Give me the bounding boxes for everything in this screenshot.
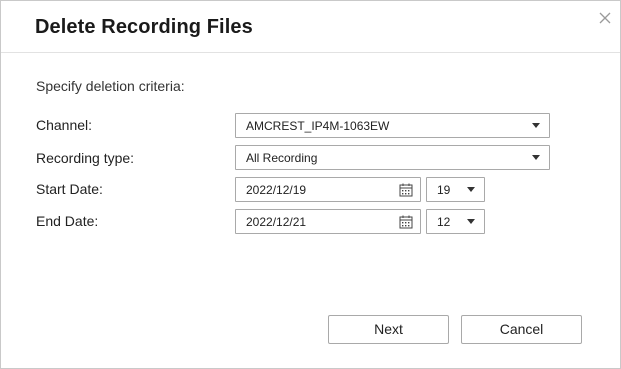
channel-select[interactable]: AMCREST_IP4M-1063EW (235, 113, 550, 138)
channel-value: AMCREST_IP4M-1063EW (246, 119, 390, 133)
end-date-value: 2022/12/21 (246, 215, 307, 229)
criteria-label: Specify deletion criteria: (36, 78, 185, 94)
start-date-field[interactable]: 2022/12/19 (235, 177, 421, 202)
end-date-field[interactable]: 2022/12/21 (235, 209, 421, 234)
recording-type-select[interactable]: All Recording (235, 145, 550, 170)
calendar-icon[interactable] (399, 215, 413, 229)
dialog-header: Delete Recording Files (1, 1, 620, 53)
chevron-down-icon (532, 123, 540, 128)
chevron-down-icon (532, 155, 540, 160)
cancel-button[interactable]: Cancel (461, 315, 582, 344)
calendar-icon[interactable] (399, 183, 413, 197)
recording-type-value: All Recording (246, 151, 318, 165)
close-icon[interactable] (597, 10, 613, 26)
channel-label: Channel: (36, 117, 93, 133)
chevron-down-icon (467, 187, 475, 192)
end-date-label: End Date: (36, 213, 99, 229)
delete-recording-dialog: Delete Recording Files Specify deletion … (0, 0, 621, 369)
start-date-value: 2022/12/19 (246, 183, 307, 197)
recording-type-label: Recording type: (36, 150, 135, 166)
chevron-down-icon (467, 219, 475, 224)
end-hour-select[interactable]: 12 (426, 209, 485, 234)
dialog-title: Delete Recording Files (35, 16, 253, 38)
start-date-label: Start Date: (36, 181, 103, 197)
start-hour-select[interactable]: 19 (426, 177, 485, 202)
start-hour-value: 19 (437, 183, 451, 197)
end-hour-value: 12 (437, 215, 451, 229)
next-button[interactable]: Next (328, 315, 449, 344)
